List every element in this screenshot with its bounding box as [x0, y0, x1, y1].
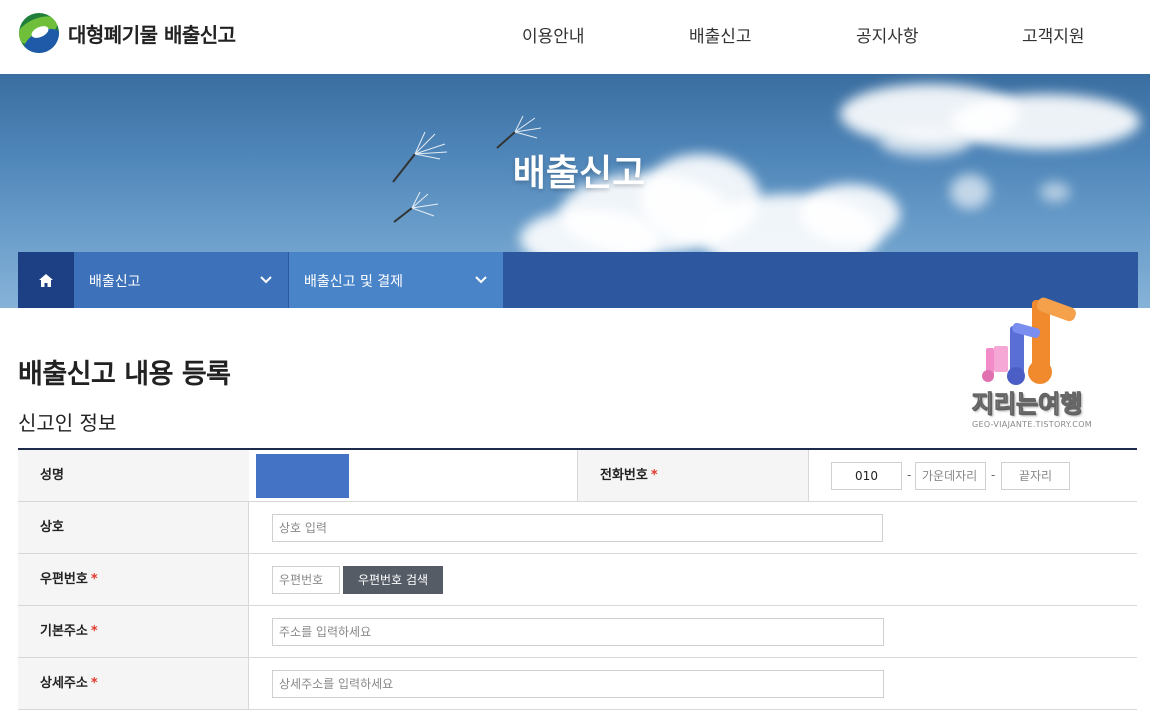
- main-nav: 이용안내 배출신고 공지사항 고객지원: [0, 22, 1150, 47]
- company-label: 상호: [18, 502, 249, 553]
- reporter-info-form: 성명 전화번호 * 010 - 가운데자리 - 끝자리 상호 상호 입력 우편번호…: [18, 448, 1137, 710]
- phone-prefix-select[interactable]: 010: [831, 462, 902, 490]
- name-field-redacted[interactable]: [256, 454, 349, 498]
- home-icon: [39, 273, 53, 287]
- address-detail-input[interactable]: 상세주소를 입력하세요: [272, 670, 884, 698]
- zip-input[interactable]: 우편번호: [272, 566, 340, 594]
- name-label: 성명: [18, 450, 249, 501]
- page-title: 배출신고 내용 등록: [18, 359, 231, 390]
- form-row-name-phone: 성명 전화번호 * 010 - 가운데자리 - 끝자리: [18, 450, 1137, 502]
- home-button[interactable]: [18, 252, 74, 308]
- watermark-text: 지리는여행: [971, 390, 1083, 419]
- zip-search-button[interactable]: 우편번호 검색: [343, 566, 443, 594]
- nav-item-report[interactable]: 배출신고: [689, 22, 752, 47]
- address-input[interactable]: 주소를 입력하세요: [272, 618, 884, 646]
- chevron-down-icon: [475, 276, 487, 284]
- nav-item-notice[interactable]: 공지사항: [856, 22, 919, 47]
- form-row-company: 상호 상호 입력: [18, 502, 1137, 554]
- phone-separator: -: [991, 468, 996, 482]
- banner-title: 배출신고: [512, 153, 646, 194]
- zip-label: 우편번호 *: [18, 554, 249, 605]
- breadcrumb-label: 배출신고 및 결제: [304, 274, 404, 290]
- watermark-logo: 지리는여행 GEO-VIAJANTE.TISTORY.COM: [962, 296, 1102, 432]
- site-header: 대형폐기물 배출신고 이용안내 배출신고 공지사항 고객지원: [0, 0, 1150, 74]
- form-row-zip: 우편번호 * 우편번호 우편번호 검색: [18, 554, 1137, 606]
- form-row-address-detail: 상세주소 * 상세주소를 입력하세요: [18, 658, 1137, 710]
- breadcrumb-dropdown-report-payment[interactable]: 배출신고 및 결제: [289, 252, 503, 308]
- watermark-url: GEO-VIAJANTE.TISTORY.COM: [971, 420, 1092, 429]
- section-title: 신고인 정보: [18, 411, 117, 435]
- breadcrumb-label: 배출신고: [89, 274, 141, 290]
- phone-last-input[interactable]: 끝자리: [1001, 462, 1070, 490]
- address-detail-label: 상세주소 *: [18, 658, 249, 709]
- dandelion-seed-icon: [393, 192, 439, 223]
- phone-separator: -: [907, 468, 912, 482]
- nav-item-support[interactable]: 고객지원: [1022, 22, 1085, 47]
- phone-label: 전화번호 *: [577, 450, 809, 501]
- company-input[interactable]: 상호 입력: [272, 514, 883, 542]
- nav-item-guide[interactable]: 이용안내: [522, 22, 585, 47]
- form-row-address: 기본주소 * 주소를 입력하세요: [18, 606, 1137, 658]
- phone-middle-input[interactable]: 가운데자리: [915, 462, 986, 490]
- address-label: 기본주소 *: [18, 606, 249, 657]
- chevron-down-icon: [260, 276, 272, 284]
- music-notes-icon: [982, 297, 1076, 385]
- breadcrumb-dropdown-report[interactable]: 배출신고: [74, 252, 288, 308]
